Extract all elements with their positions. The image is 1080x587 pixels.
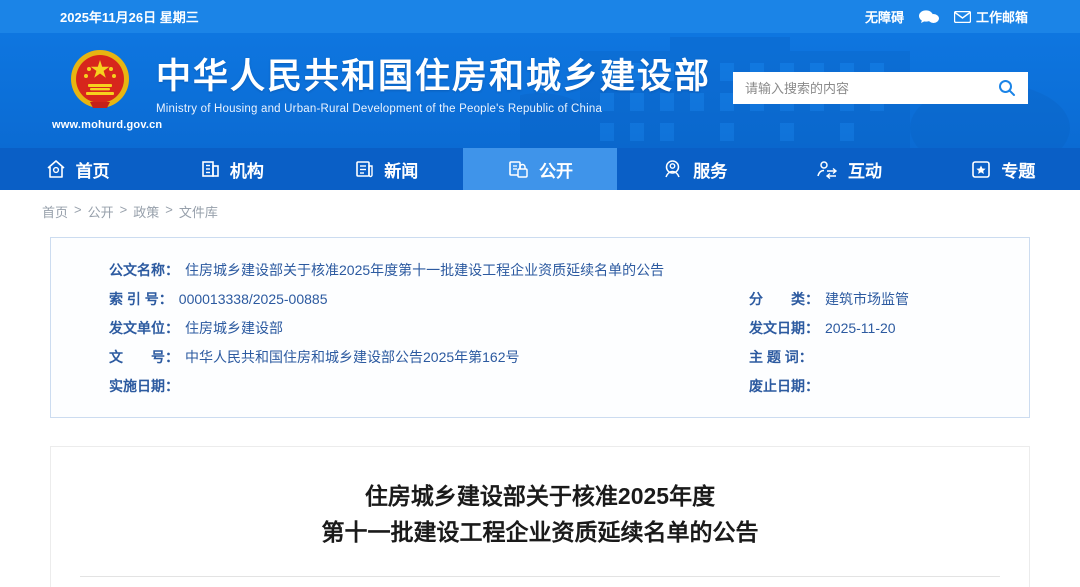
doc-info-row: 发文单位： 住房城乡建设部 发文日期： 2025-11-20 xyxy=(109,314,1029,343)
breadcrumb-disclosure[interactable]: 公开 xyxy=(88,202,114,221)
doc-name-value: 住房城乡建设部关于核准2025年度第十一批建设工程企业资质延续名单的公告 xyxy=(185,262,665,278)
issue-date-value: 2025-11-20 xyxy=(825,320,896,336)
article-title-line1: 住房城乡建设部关于核准2025年度 xyxy=(364,483,716,509)
current-date: 2025年11月26日 星期三 xyxy=(60,10,199,25)
newspaper-icon xyxy=(356,161,373,178)
issue-date-label: 发文日期： xyxy=(749,320,819,336)
search-input[interactable] xyxy=(745,80,996,96)
effective-date-label: 实施日期： xyxy=(109,378,179,394)
site-url: www.mohurd.gov.cn xyxy=(52,119,163,131)
issuing-unit-label: 发文单位： xyxy=(109,320,179,336)
home-icon xyxy=(47,160,65,178)
doc-number-label: 文 号： xyxy=(109,349,179,365)
nav-item-interaction[interactable]: 互动 xyxy=(771,148,925,190)
doc-info-row: 公文名称： 住房城乡建设部关于核准2025年度第十一批建设工程企业资质延续名单的… xyxy=(109,256,1029,285)
document-info-box: 公文名称： 住房城乡建设部关于核准2025年度第十一批建设工程企业资质延续名单的… xyxy=(50,237,1030,418)
work-mailbox-link[interactable]: 工作邮箱 xyxy=(953,7,1028,26)
repeal-date-label: 废止日期： xyxy=(749,378,819,394)
article-box: 住房城乡建设部关于核准2025年度 第十一批建设工程企业资质延续名单的公告 选择… xyxy=(50,446,1030,587)
index-number-label: 索 引 号： xyxy=(109,291,173,307)
breadcrumb-home[interactable]: 首页 xyxy=(42,202,68,221)
doc-name-label: 公文名称： xyxy=(109,262,179,278)
nav-item-topics[interactable]: 专题 xyxy=(926,148,1080,190)
top-bar: 2025年11月26日 星期三 无障碍 工作邮箱 xyxy=(0,0,1080,33)
search-box xyxy=(733,72,1028,104)
wechat-bubbles-icon[interactable] xyxy=(918,9,940,25)
article-title: 住房城乡建设部关于核准2025年度 第十一批建设工程企业资质延续名单的公告 xyxy=(51,479,1029,550)
site-header: www.mohurd.gov.cn 中华人民共和国住房和城乡建设部 Minist… xyxy=(0,33,1080,148)
divider xyxy=(80,576,1000,578)
star-square-icon xyxy=(972,160,991,178)
breadcrumb-policy[interactable]: 政策 xyxy=(133,202,159,221)
documents-lock-icon xyxy=(509,160,528,178)
subject-words-label: 主 题 词： xyxy=(749,349,813,365)
site-title: 中华人民共和国住房和城乡建设部 xyxy=(156,57,712,96)
nav-item-disclosure[interactable]: 公开 xyxy=(462,148,618,190)
person-service-icon xyxy=(665,159,680,177)
doc-info-row: 文 号： 中华人民共和国住房和城乡建设部公告2025年第162号 主 题 词： xyxy=(109,343,1029,372)
breadcrumb: 首页 > 公开 > 政策 > 文件库 xyxy=(42,202,218,221)
article-title-line2: 第十一批建设工程企业资质延续名单的公告 xyxy=(321,518,759,545)
main-nav: 首页 机构 新闻 公开 服务 互动 专题 xyxy=(0,148,1080,190)
building-icon xyxy=(202,161,219,177)
breadcrumb-library[interactable]: 文件库 xyxy=(179,202,218,221)
index-number-value: 000013338/2025-00885 xyxy=(178,291,328,307)
nav-item-services[interactable]: 服务 xyxy=(617,148,771,190)
doc-info-row: 实施日期： 废止日期： xyxy=(109,372,1029,401)
search-button[interactable] xyxy=(996,77,1018,99)
chat-bubbles-icon xyxy=(918,9,939,23)
issuing-unit-value: 住房城乡建设部 xyxy=(185,320,283,336)
search-icon xyxy=(999,80,1015,96)
envelope-icon xyxy=(953,10,971,23)
category-label: 分 类： xyxy=(749,291,819,307)
nav-item-home[interactable]: 首页 xyxy=(0,148,154,190)
doc-info-row: 索 引 号： 000013338/2025-00885 分 类： 建筑市场监管 xyxy=(109,285,1029,314)
doc-number-value: 中华人民共和国住房和城乡建设部公告2025年第162号 xyxy=(185,349,520,365)
nav-item-organization[interactable]: 机构 xyxy=(154,148,308,190)
national-emblem xyxy=(71,50,129,108)
nav-item-news[interactable]: 新闻 xyxy=(309,148,463,190)
person-arrows-icon xyxy=(817,160,838,179)
accessibility-link[interactable]: 无障碍 xyxy=(865,7,904,26)
site-subtitle: Ministry of Housing and Urban-Rural Deve… xyxy=(156,103,603,116)
category-value: 建筑市场监管 xyxy=(825,291,909,307)
